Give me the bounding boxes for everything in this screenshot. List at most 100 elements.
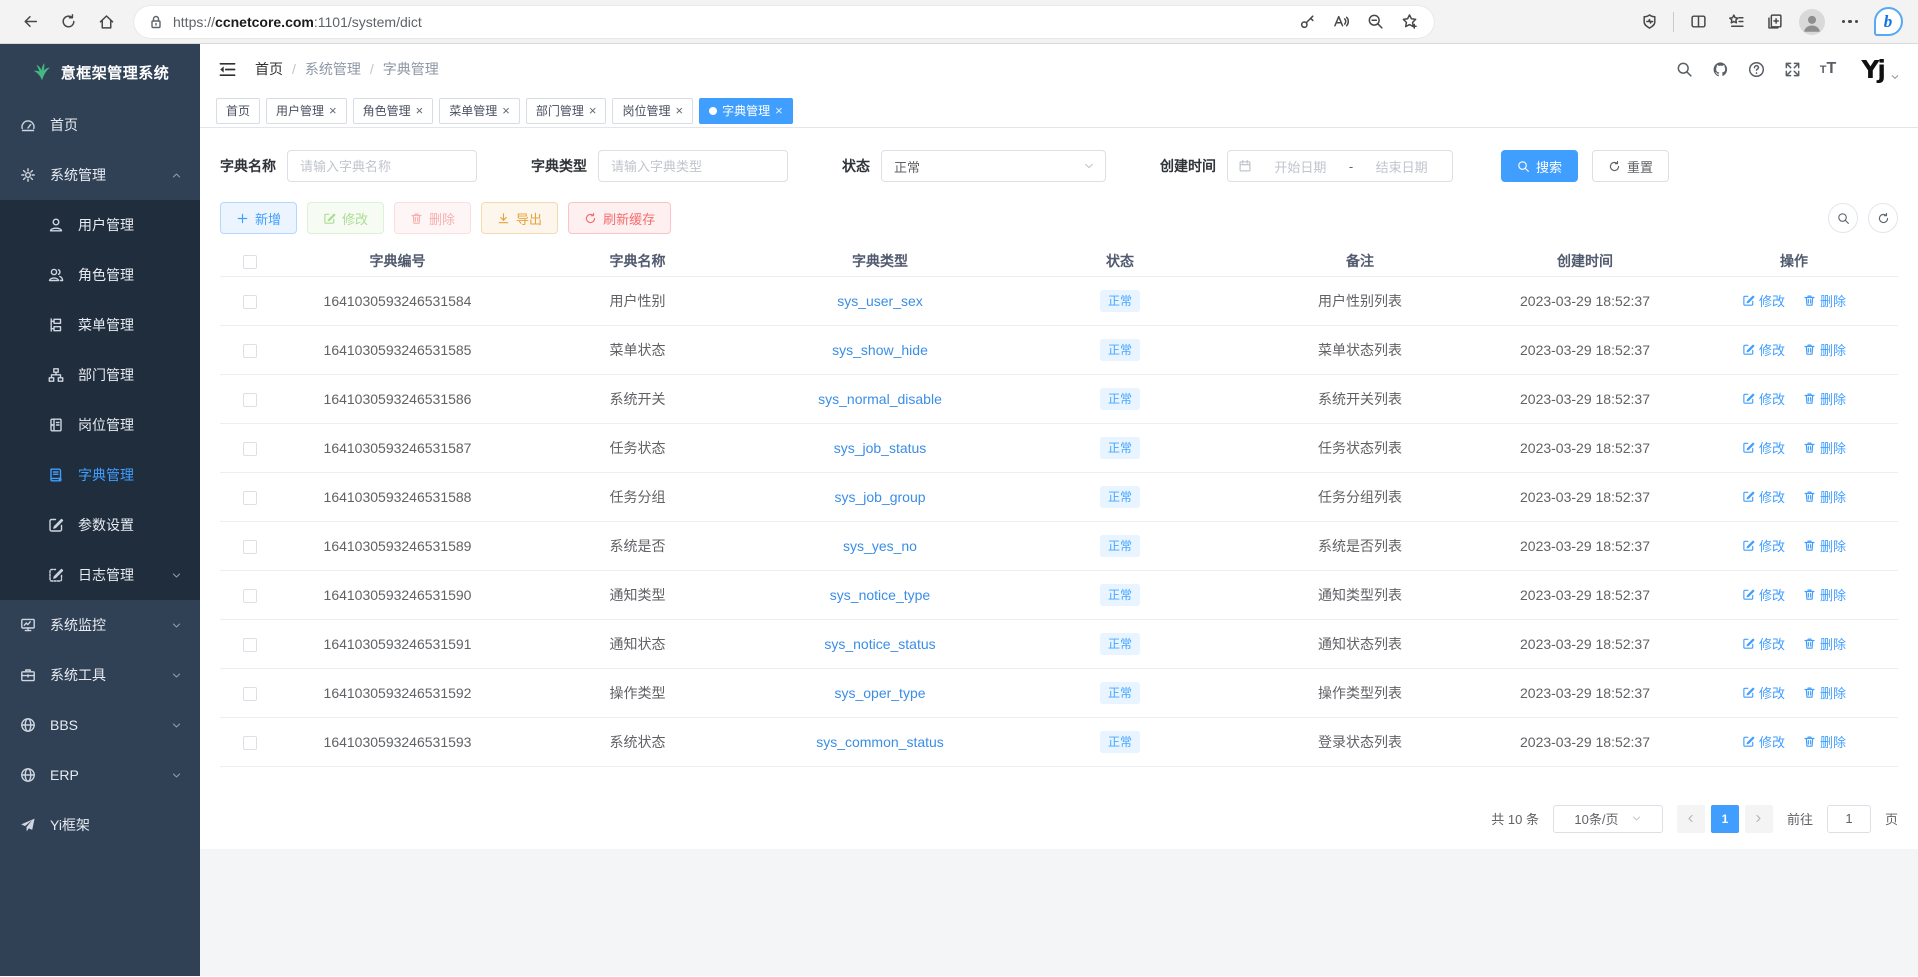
edit-button[interactable]: 修改 [307,202,384,234]
user-logo-dropdown[interactable]: Yj [1861,57,1900,82]
row-edit-link[interactable]: 修改 [1742,585,1785,604]
dict-type-link[interactable]: sys_show_hide [832,342,928,358]
breadcrumb-system[interactable]: 系统管理 [305,59,361,79]
copilot-icon[interactable]: b [1870,5,1906,39]
row-checkbox[interactable] [243,295,257,309]
dict-type-link[interactable]: sys_common_status [816,734,944,750]
split-screen-icon[interactable] [1680,5,1716,39]
tab[interactable]: 首页 [216,98,260,124]
tab-close-icon[interactable]: × [502,104,510,117]
row-edit-link[interactable]: 修改 [1742,438,1785,457]
sidebar-item-yi-framework[interactable]: Yi框架 [0,800,200,850]
sidebar-item-log-mgmt[interactable]: 日志管理 [0,550,200,600]
tab[interactable]: 岗位管理 × [612,98,693,124]
tab[interactable]: 字典管理 × [699,98,793,124]
dict-type-link[interactable]: sys_normal_disable [818,391,942,407]
row-checkbox[interactable] [243,393,257,407]
sidebar-collapse-icon[interactable] [218,60,237,79]
fullscreen-icon[interactable] [1784,61,1801,78]
status-select[interactable]: 正常 [881,150,1106,182]
page-number-1[interactable]: 1 [1711,805,1739,833]
row-edit-link[interactable]: 修改 [1742,487,1785,506]
sidebar-item-system-tools[interactable]: 系统工具 [0,650,200,700]
row-delete-link[interactable]: 删除 [1803,291,1846,310]
sidebar-item-post-mgmt[interactable]: 岗位管理 [0,400,200,450]
row-delete-link[interactable]: 删除 [1803,732,1846,751]
dict-type-link[interactable]: sys_notice_type [830,587,930,603]
tab-close-icon[interactable]: × [775,104,783,117]
date-range-picker[interactable]: 开始日期 - 结束日期 [1227,150,1453,182]
row-edit-link[interactable]: 修改 [1742,291,1785,310]
select-all-checkbox[interactable] [243,255,257,269]
sidebar-item-param-settings[interactable]: 参数设置 [0,500,200,550]
dict-type-link[interactable]: sys_oper_type [834,685,925,701]
dict-type-link[interactable]: sys_job_group [834,489,925,505]
row-delete-link[interactable]: 删除 [1803,389,1846,408]
row-delete-link[interactable]: 删除 [1803,487,1846,506]
prev-page-button[interactable] [1677,805,1705,833]
dict-type-input[interactable] [598,150,788,182]
lock-icon[interactable] [148,14,164,30]
row-delete-link[interactable]: 删除 [1803,585,1846,604]
sidebar-item-erp[interactable]: ERP [0,750,200,800]
row-checkbox[interactable] [243,736,257,750]
browser-back-button[interactable] [12,5,48,39]
sidebar-item-menu-mgmt[interactable]: 菜单管理 [0,300,200,350]
sidebar-item-system-monitor[interactable]: 系统监控 [0,600,200,650]
address-bar[interactable]: https://ccnetcore.com:1101/system/dict [134,6,1434,38]
row-delete-link[interactable]: 删除 [1803,438,1846,457]
help-icon[interactable] [1748,61,1765,78]
sidebar-item-dept-mgmt[interactable]: 部门管理 [0,350,200,400]
row-checkbox[interactable] [243,687,257,701]
github-icon[interactable] [1712,61,1729,78]
font-size-icon[interactable]: TT [1820,61,1837,77]
row-edit-link[interactable]: 修改 [1742,389,1785,408]
row-delete-link[interactable]: 删除 [1803,340,1846,359]
row-edit-link[interactable]: 修改 [1742,732,1785,751]
row-checkbox[interactable] [243,344,257,358]
zoom-out-icon[interactable] [1360,8,1390,36]
tab-close-icon[interactable]: × [589,104,597,117]
tab[interactable]: 用户管理 × [266,98,347,124]
add-button[interactable]: 新增 [220,202,297,234]
dict-name-input[interactable] [287,150,477,182]
next-page-button[interactable] [1745,805,1773,833]
sidebar-item-system-mgmt[interactable]: 系统管理 [0,150,200,200]
password-key-icon[interactable] [1292,8,1322,36]
refresh-table-button[interactable] [1868,203,1898,233]
row-delete-link[interactable]: 删除 [1803,683,1846,702]
row-edit-link[interactable]: 修改 [1742,634,1785,653]
search-icon[interactable] [1676,61,1693,78]
add-favorite-star-icon[interactable] [1394,8,1424,36]
tab[interactable]: 菜单管理 × [439,98,520,124]
tab[interactable]: 部门管理 × [526,98,607,124]
url-text[interactable]: https://ccnetcore.com:1101/system/dict [173,14,1292,30]
reset-button[interactable]: 重置 [1592,150,1669,182]
browser-profile-avatar[interactable] [1794,5,1830,39]
row-checkbox[interactable] [243,442,257,456]
row-delete-link[interactable]: 删除 [1803,536,1846,555]
collections-icon[interactable] [1756,5,1792,39]
tab-close-icon[interactable]: × [675,104,683,117]
sidebar-item-dict-mgmt[interactable]: 字典管理 [0,450,200,500]
row-edit-link[interactable]: 修改 [1742,340,1785,359]
browser-refresh-button[interactable] [50,5,86,39]
sidebar-item-role-mgmt[interactable]: 角色管理 [0,250,200,300]
tab-close-icon[interactable]: × [329,104,337,117]
dict-type-link[interactable]: sys_notice_status [824,636,935,652]
row-checkbox[interactable] [243,589,257,603]
dict-type-link[interactable]: sys_user_sex [837,293,923,309]
toggle-search-button[interactable] [1828,203,1858,233]
tab-close-icon[interactable]: × [416,104,424,117]
delete-button[interactable]: 删除 [394,202,471,234]
dict-type-link[interactable]: sys_yes_no [843,538,917,554]
sidebar-item-home[interactable]: 首页 [0,100,200,150]
row-edit-link[interactable]: 修改 [1742,536,1785,555]
app-logo[interactable]: 意框架管理系统 [0,44,200,100]
row-edit-link[interactable]: 修改 [1742,683,1785,702]
tab[interactable]: 角色管理 × [353,98,434,124]
goto-page-input[interactable] [1827,805,1871,833]
dict-type-link[interactable]: sys_job_status [834,440,927,456]
favorites-bar-icon[interactable] [1718,5,1754,39]
refresh-cache-button[interactable]: 刷新缓存 [568,202,671,234]
